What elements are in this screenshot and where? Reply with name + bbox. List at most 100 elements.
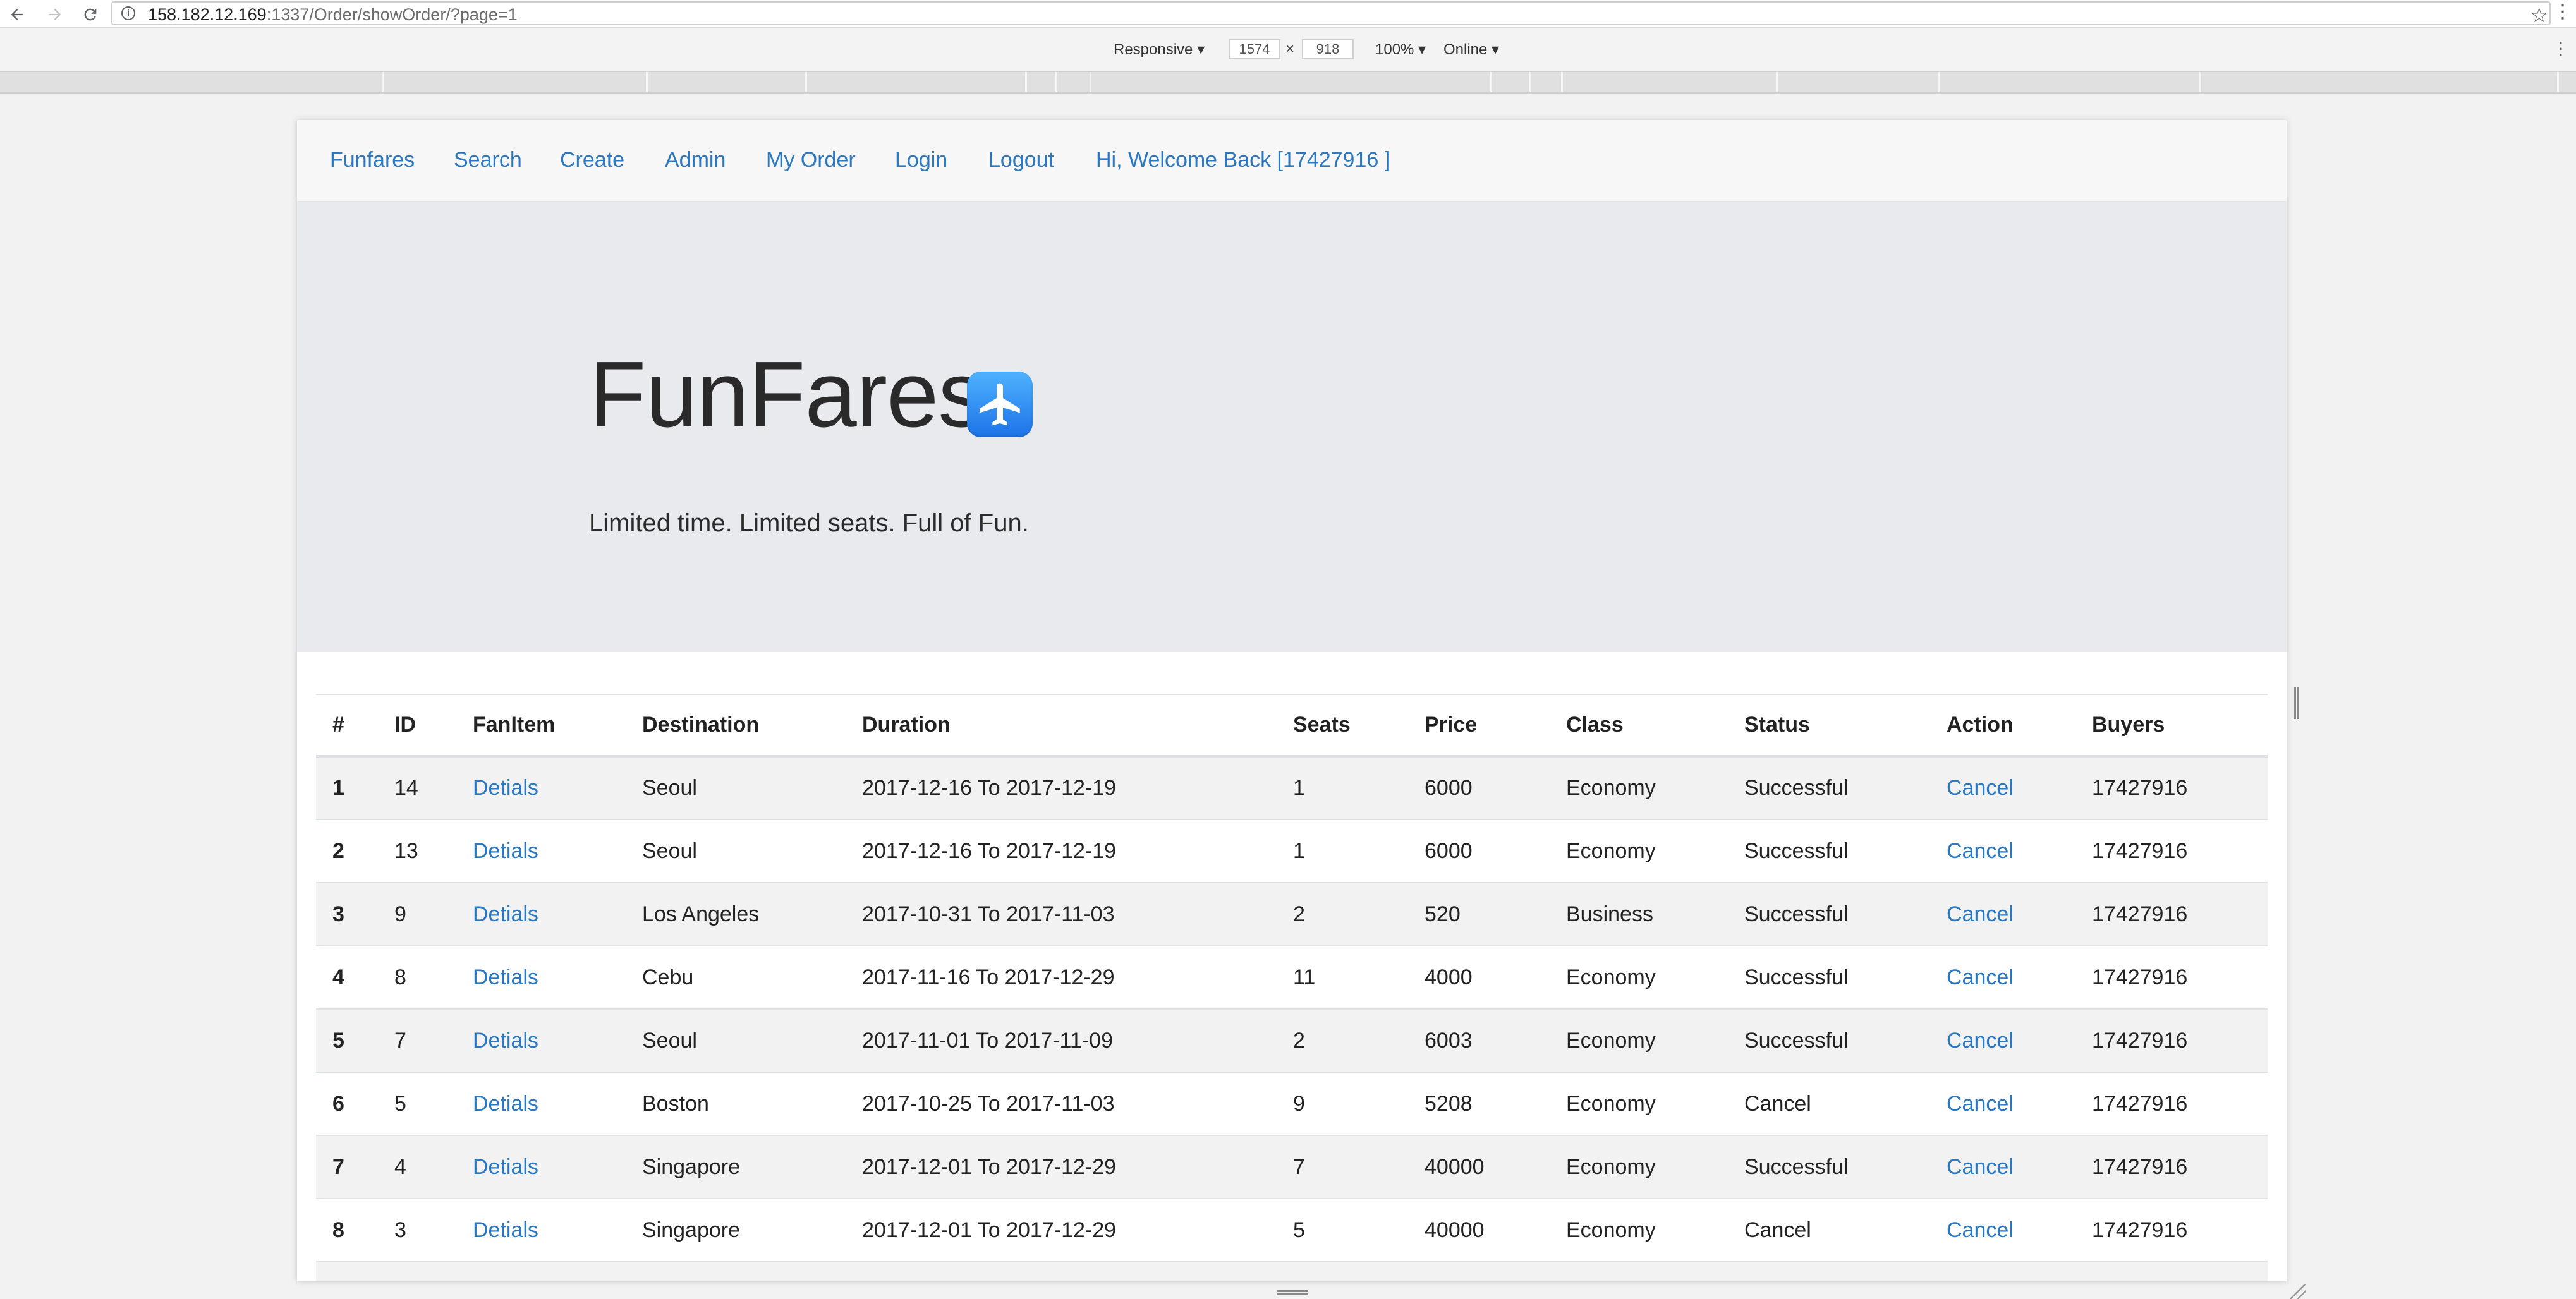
viewport-resize-handle-bottom[interactable]: [1277, 1290, 1308, 1295]
reload-icon[interactable]: [80, 4, 101, 25]
buyer: 17427916: [2075, 819, 2268, 883]
details-link[interactable]: Detials: [473, 1092, 538, 1116]
viewport-width-input[interactable]: 1574: [1229, 39, 1280, 59]
price: 6003: [1408, 1008, 1550, 1072]
cancel-link[interactable]: Cancel: [1947, 1155, 2014, 1179]
class: Economy: [1550, 945, 1728, 1009]
device-toolbar: Responsive ▾ 1574 × 918 100% ▾ Online ▾ …: [0, 29, 2576, 72]
seats: 1: [1277, 756, 1408, 819]
seats: 1: [1277, 819, 1408, 883]
page-title: FunFares: [589, 342, 985, 447]
duration: 2017-10-25 To 2017-11-03: [846, 1072, 1277, 1135]
media-query-ruler[interactable]: [0, 72, 2576, 94]
network-throttle-select[interactable]: Online ▾: [1443, 40, 1499, 59]
details-link[interactable]: Detials: [473, 965, 538, 989]
table-row: 6 5 Detials Boston 2017-10-25 To 2017-11…: [316, 1072, 2268, 1135]
back-arrow-icon[interactable]: [6, 4, 28, 25]
price: 40000: [1408, 1135, 1550, 1199]
order-id: 8: [378, 945, 456, 1009]
seats: 5: [1277, 1198, 1408, 1262]
device-toolbar-menu-icon[interactable]: ⋮: [2552, 38, 2570, 59]
action-cell: Cancel: [1930, 1008, 2075, 1072]
row-number: 6: [316, 1072, 378, 1135]
status: Cancel: [1728, 1072, 1930, 1135]
action-cell: Cancel: [1930, 882, 2075, 946]
price: 4000: [1408, 945, 1550, 1009]
orders-table: # ID FanItem Destination Duration Seats …: [316, 694, 2268, 1281]
destination: Cebu: [626, 945, 846, 1009]
status: Successful: [1728, 1135, 1930, 1199]
page-content: Funfares Search Create Admin My Order Lo…: [297, 120, 2287, 1281]
details-link-cell: Detials: [456, 1135, 626, 1199]
bookmark-star-icon[interactable]: ☆: [2530, 3, 2548, 27]
details-link[interactable]: Detials: [473, 839, 538, 863]
table-header-row: # ID FanItem Destination Duration Seats …: [316, 694, 2268, 758]
buyer: 17427916: [2075, 945, 2268, 1009]
details-link[interactable]: Detials: [473, 776, 538, 800]
browser-address-bar: i 158.182.12.169:1337/Order/showOrder/?p…: [0, 0, 2576, 28]
order-id: 5: [378, 1072, 456, 1135]
cancel-link[interactable]: Cancel: [1947, 902, 2014, 926]
viewport-resize-handle-right[interactable]: [2294, 687, 2299, 719]
duration: 2017-12-01 To 2017-12-29: [846, 1198, 1277, 1262]
order-id: 14: [378, 756, 456, 819]
tagline: Limited time. Limited seats. Full of Fun…: [589, 509, 1029, 537]
nav-logout[interactable]: Logout: [988, 148, 1054, 172]
details-link[interactable]: Detials: [473, 1155, 538, 1179]
cancel-link[interactable]: Cancel: [1947, 1218, 2014, 1242]
col-header-class: Class: [1550, 694, 1728, 758]
duration: 2017-11-01 To 2017-11-09: [846, 1008, 1277, 1072]
details-link-cell: Detials: [456, 756, 626, 819]
col-header-destination: Destination: [626, 694, 846, 758]
device-mode-select[interactable]: Responsive ▾: [1114, 40, 1205, 59]
destination: Singapore: [626, 1198, 846, 1262]
table-row: 4 8 Detials Cebu 2017-11-16 To 2017-12-2…: [316, 945, 2268, 1009]
nav-admin[interactable]: Admin: [665, 148, 726, 172]
seats: 11: [1277, 945, 1408, 1009]
class: Business: [1550, 882, 1728, 946]
viewport-height-input[interactable]: 918: [1302, 39, 1354, 59]
seats: 2: [1277, 1008, 1408, 1072]
nav-create[interactable]: Create: [560, 148, 624, 172]
duration: 2017-12-16 To 2017-12-19: [846, 756, 1277, 819]
buyer: 17427916: [2075, 1072, 2268, 1135]
viewport-resize-corner[interactable]: [2290, 1284, 2306, 1299]
cancel-link[interactable]: Cancel: [1947, 839, 2014, 863]
details-link[interactable]: Detials: [473, 1218, 538, 1242]
cancel-link[interactable]: Cancel: [1947, 776, 2014, 800]
class: Economy: [1550, 1008, 1728, 1072]
cancel-link[interactable]: Cancel: [1947, 1029, 2014, 1053]
table-row: 3 9 Detials Los Angeles 2017-10-31 To 20…: [316, 882, 2268, 946]
details-link[interactable]: Detials: [473, 1029, 538, 1053]
details-link[interactable]: Detials: [473, 902, 538, 926]
col-header-buyers: Buyers: [2075, 694, 2268, 758]
order-id: 13: [378, 819, 456, 883]
buyer: 17427916: [2075, 1008, 2268, 1072]
details-link-cell: Detials: [456, 882, 626, 946]
action-cell: Cancel: [1930, 1072, 2075, 1135]
order-id: 3: [378, 1198, 456, 1262]
col-header-fanitem: FanItem: [456, 694, 626, 758]
nav-login[interactable]: Login: [895, 148, 947, 172]
zoom-select[interactable]: 100% ▾: [1375, 40, 1426, 59]
details-link-cell: Detials: [456, 819, 626, 883]
buyer: 17427916: [2075, 756, 2268, 819]
nav-search[interactable]: Search: [454, 148, 522, 172]
browser-menu-icon[interactable]: ⋮: [2553, 3, 2572, 21]
cancel-link[interactable]: Cancel: [1947, 965, 2014, 989]
table-row: 8 3 Detials Singapore 2017-12-01 To 2017…: [316, 1198, 2268, 1262]
url-field[interactable]: i 158.182.12.169:1337/Order/showOrder/?p…: [111, 1, 2551, 27]
row-number: 8: [316, 1198, 378, 1262]
nav-funfares[interactable]: Funfares: [330, 148, 415, 172]
col-header-id: ID: [378, 694, 456, 758]
nav-my-order[interactable]: My Order: [766, 148, 856, 172]
cancel-link[interactable]: Cancel: [1947, 1092, 2014, 1116]
price: 6000: [1408, 756, 1550, 819]
forward-arrow-icon[interactable]: [44, 4, 66, 25]
destination: Seoul: [626, 819, 846, 883]
nav-welcome-user[interactable]: Hi, Welcome Back [17427916 ]: [1096, 148, 1390, 172]
order-id: 9: [378, 882, 456, 946]
buyer: 17427916: [2075, 1135, 2268, 1199]
action-cell: Cancel: [1930, 945, 2075, 1009]
info-icon[interactable]: i: [121, 6, 135, 20]
